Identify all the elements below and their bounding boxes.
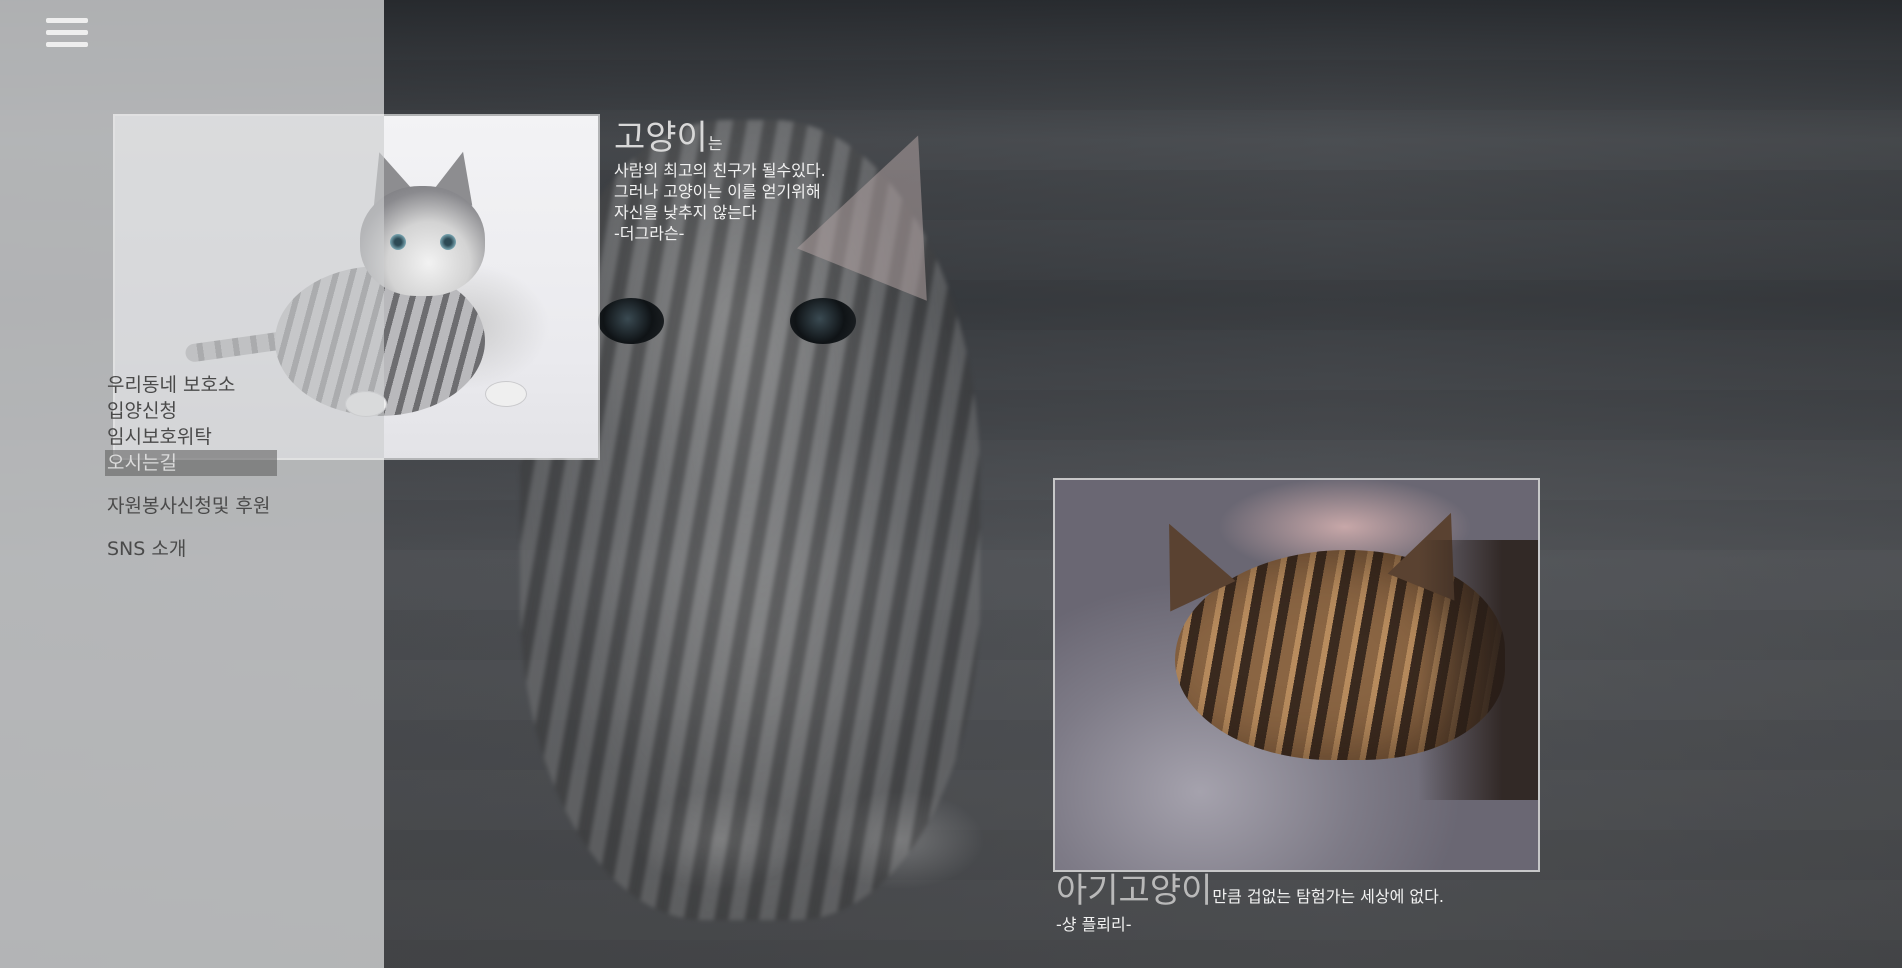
menu-item-sns[interactable]: SNS 소개 — [105, 536, 277, 562]
quote-keyword: 고양이 — [614, 118, 708, 158]
quote-body: 사람의 최고의 친구가 될수있다. 그러나 고양이는 이를 얻기위해 자신을 낮… — [614, 161, 826, 243]
menu-item-shelter[interactable]: 우리동네 보호소 — [105, 372, 277, 398]
background-kitten-eye — [790, 298, 856, 344]
quote2-keyword: 아기고양이 — [1056, 871, 1213, 911]
quote-particle: 는 — [707, 134, 723, 153]
background-kitten-eye — [598, 298, 664, 344]
sleeping-cat-photo — [1055, 480, 1538, 870]
quote-kitten: 아기고양이만큼 겁없는 탐험가는 세상에 없다. -샹 플뢰리- — [1056, 871, 1444, 935]
side-menu: 우리동네 보호소 입양신청 임시보호위탁 오시는길 자원봉사신청및 후원 SNS… — [105, 372, 277, 562]
menu-item-adoption[interactable]: 입양신청 — [105, 398, 277, 424]
quote2-text: 만큼 겁없는 탐험가는 세상에 없다. — [1212, 887, 1444, 906]
hamburger-menu-icon[interactable] — [46, 18, 88, 52]
menu-item-foster[interactable]: 임시보호위탁 — [105, 424, 277, 450]
menu-item-directions[interactable]: 오시는길 — [105, 450, 277, 476]
quote-cat: 고양이는 사람의 최고의 친구가 될수있다. 그러나 고양이는 이를 얻기위해 … — [614, 118, 826, 244]
quote2-author: -샹 플뢰리- — [1056, 915, 1132, 934]
menu-item-volunteer[interactable]: 자원봉사신청및 후원 — [105, 493, 277, 519]
